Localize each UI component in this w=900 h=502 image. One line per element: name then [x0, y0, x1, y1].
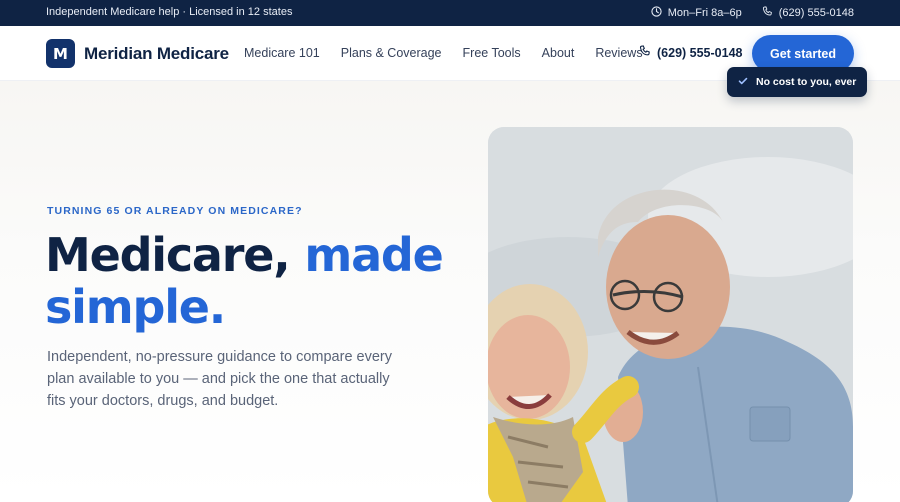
header-phone-text: (629) 555-0148 [657, 45, 743, 60]
no-cost-badge: No cost to you, ever [727, 67, 868, 97]
logo-mark: M [46, 39, 75, 68]
nav-link-medicare-101[interactable]: Medicare 101 [244, 46, 320, 60]
hero-headline: Medicare, made simple. [45, 229, 475, 333]
check-icon [738, 76, 748, 89]
headline-text: Medicare, [45, 228, 305, 282]
topbar-phone-link[interactable]: (629) 555-0148 [762, 6, 854, 20]
nav-link-about[interactable]: About [542, 46, 575, 60]
nav-link-plans-coverage[interactable]: Plans & Coverage [341, 46, 442, 60]
phone-icon [762, 6, 773, 20]
nav-link-reviews[interactable]: Reviews [595, 46, 642, 60]
brand-logo[interactable]: M Meridian Medicare [46, 39, 229, 68]
hero-description: Independent, no-pressure guidance to com… [47, 349, 392, 409]
hero-photo [488, 127, 853, 502]
clock-icon [651, 6, 662, 20]
top-utility-bar: Independent Medicare help · Licensed in … [0, 0, 900, 26]
topbar-tagline: Independent Medicare help · Licensed in … [46, 6, 293, 18]
phone-icon [639, 45, 651, 60]
topbar-phone-text: (629) 555-0148 [778, 7, 854, 19]
couple-photo-illustration [488, 127, 853, 502]
topbar-hours: Mon–Fri 8a–6p [651, 6, 742, 20]
nav-link-free-tools[interactable]: Free Tools [463, 46, 521, 60]
header-phone-link[interactable]: (629) 555-0148 [639, 45, 742, 60]
topbar-hours-text: Mon–Fri 8a–6p [667, 7, 742, 19]
topbar-contact: Mon–Fri 8a–6p (629) 555-0148 [651, 0, 854, 26]
brand-name: Meridian Medicare [84, 43, 229, 63]
hero-eyebrow: TURNING 65 OR ALREADY ON MEDICARE? [47, 205, 303, 217]
main-nav: Medicare 101 Plans & Coverage Free Tools… [244, 46, 643, 60]
hero-section: TURNING 65 OR ALREADY ON MEDICARE? Medic… [0, 81, 900, 502]
badge-text: No cost to you, ever [756, 76, 857, 88]
